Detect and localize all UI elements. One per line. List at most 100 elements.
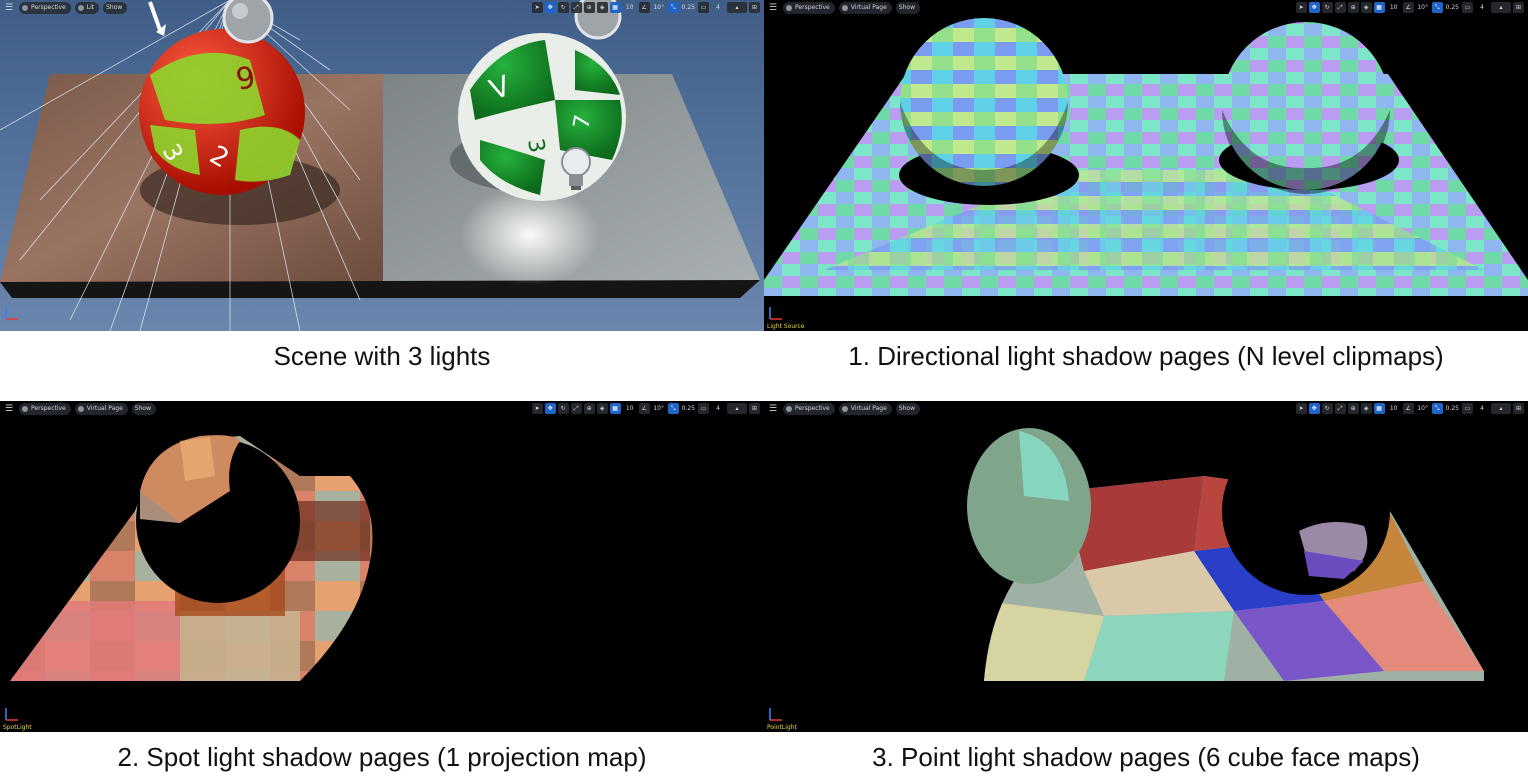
world-space-icon[interactable]: ⊕: [583, 2, 595, 13]
surface-snap-icon[interactable]: ◈: [596, 403, 608, 414]
move-tool-icon[interactable]: ✥: [1308, 2, 1320, 13]
surface-snap-icon[interactable]: ◈: [1360, 2, 1372, 13]
camera-speed-icon[interactable]: ▭: [1462, 2, 1473, 13]
maximize-viewport-icon[interactable]: ▴: [727, 2, 747, 13]
viewport-layout-icon[interactable]: ⊞: [1513, 403, 1524, 414]
grid-size-value[interactable]: 10: [1387, 2, 1401, 13]
select-tool-icon[interactable]: ➤: [1295, 403, 1307, 414]
hamburger-menu-icon[interactable]: ☰: [3, 2, 15, 14]
scale-snap-value[interactable]: 0.25: [1445, 403, 1460, 414]
select-tool-icon[interactable]: ➤: [531, 2, 543, 13]
grid-size-value[interactable]: 10: [623, 403, 637, 414]
rotation-snap-value[interactable]: 10°: [652, 403, 666, 414]
perspective-button[interactable]: Perspective: [783, 2, 835, 14]
rotate-tool-icon[interactable]: ↻: [557, 403, 569, 414]
grid-snap-icon[interactable]: ▦: [609, 2, 621, 13]
camera-speed-icon[interactable]: ▭: [1462, 403, 1473, 414]
select-tool-icon[interactable]: ➤: [1295, 2, 1307, 13]
perspective-label: Perspective: [31, 405, 66, 412]
viewport-scene[interactable]: 9 2 3 V 3 7 ☰ Perspective Lit Show ➤ ✥ ↻…: [0, 0, 764, 331]
viewport-spot[interactable]: ☰ Perspective Virtual Page Show ➤ ✥ ↻ ⤢ …: [0, 401, 764, 732]
camera-speed-value[interactable]: 4: [711, 2, 725, 13]
rotation-snap-value[interactable]: 10°: [1416, 403, 1430, 414]
surface-snap-icon[interactable]: ◈: [596, 2, 608, 13]
rotate-tool-icon[interactable]: ↻: [1321, 2, 1333, 13]
view-mode-label: Virtual Page: [86, 405, 123, 412]
scale-snap-icon[interactable]: ⤡: [667, 2, 679, 13]
view-mode-label: Lit: [86, 4, 95, 11]
scale-snap-value[interactable]: 0.25: [1445, 2, 1460, 13]
view-mode-button[interactable]: Virtual Page: [74, 403, 128, 415]
camera-speed-value[interactable]: 4: [711, 403, 725, 414]
axis-gizmo-icon: [769, 307, 782, 320]
camera-speed-icon[interactable]: ▭: [698, 403, 709, 414]
caption-point: 3. Point light shadow pages (6 cube face…: [872, 742, 1420, 772]
show-label: Show: [134, 405, 151, 412]
perspective-button[interactable]: Perspective: [19, 403, 71, 415]
move-tool-icon[interactable]: ✥: [544, 403, 556, 414]
grid-size-value[interactable]: 10: [623, 2, 637, 13]
world-space-icon[interactable]: ⊕: [583, 403, 595, 414]
view-mode-button[interactable]: Lit: [74, 2, 100, 14]
viewport-toolbar: ☰ Perspective Virtual Page Show ➤ ✥ ↻ ⤢ …: [0, 401, 764, 417]
scale-tool-icon[interactable]: ⤢: [1334, 403, 1346, 414]
rotate-tool-icon[interactable]: ↻: [1321, 403, 1333, 414]
scale-snap-icon[interactable]: ⤡: [667, 403, 679, 414]
grid-snap-icon[interactable]: ▦: [1373, 2, 1385, 13]
scale-snap-value[interactable]: 0.25: [681, 403, 696, 414]
surface-snap-icon[interactable]: ◈: [1360, 403, 1372, 414]
show-button[interactable]: Show: [131, 403, 156, 415]
viewport-layout-icon[interactable]: ⊞: [749, 403, 760, 414]
directional-shadow-pages-render: [764, 18, 1528, 296]
viewport-directional[interactable]: ☰ Perspective Virtual Page Show ➤ ✥ ↻ ⤢ …: [764, 0, 1528, 331]
caption-directional: 1. Directional light shadow pages (N lev…: [848, 341, 1444, 371]
world-space-icon[interactable]: ⊕: [1347, 2, 1359, 13]
perspective-button[interactable]: Perspective: [783, 403, 835, 415]
scale-snap-icon[interactable]: ⤡: [1431, 403, 1443, 414]
maximize-viewport-icon[interactable]: ▴: [1491, 2, 1511, 13]
scale-tool-icon[interactable]: ⤢: [1334, 2, 1346, 13]
move-tool-icon[interactable]: ✥: [544, 2, 556, 13]
view-mode-icon: [77, 406, 84, 412]
scale-tool-icon[interactable]: ⤢: [570, 2, 582, 13]
show-button[interactable]: Show: [895, 2, 920, 14]
rotation-snap-value[interactable]: 10°: [652, 2, 666, 13]
scale-snap-value[interactable]: 0.25: [681, 2, 696, 13]
camera-speed-value[interactable]: 4: [1475, 2, 1489, 13]
grid-snap-icon[interactable]: ▦: [609, 403, 621, 414]
camera-icon: [22, 5, 28, 11]
viewport-layout-icon[interactable]: ⊞: [1513, 2, 1524, 13]
view-mode-button[interactable]: Virtual Page: [838, 2, 892, 14]
camera-speed-value[interactable]: 4: [1475, 403, 1489, 414]
maximize-viewport-icon[interactable]: ▴: [1491, 403, 1511, 414]
perspective-button[interactable]: Perspective: [19, 2, 71, 14]
hamburger-menu-icon[interactable]: ☰: [767, 403, 779, 415]
world-space-icon[interactable]: ⊕: [1347, 403, 1359, 414]
caption-scene: Scene with 3 lights: [273, 341, 491, 371]
viewport-toolbar: ☰ Perspective Virtual Page Show ➤ ✥ ↻ ⤢ …: [764, 401, 1528, 417]
rotate-tool-icon[interactable]: ↻: [557, 2, 569, 13]
rotation-snap-value[interactable]: 10°: [1416, 2, 1430, 13]
show-button[interactable]: Show: [103, 2, 128, 14]
scale-snap-icon[interactable]: ⤡: [1431, 2, 1443, 13]
grid-size-value[interactable]: 10: [1387, 403, 1401, 414]
show-button[interactable]: Show: [895, 403, 920, 415]
viewport-layout-icon[interactable]: ⊞: [749, 2, 760, 13]
spot-shadow-pages-render: [10, 435, 373, 681]
move-tool-icon[interactable]: ✥: [1308, 403, 1320, 414]
select-tool-icon[interactable]: ➤: [531, 403, 543, 414]
rotation-snap-icon[interactable]: ∠: [638, 403, 650, 414]
view-mode-button[interactable]: Virtual Page: [838, 403, 892, 415]
viewport-light-label: Light Source: [767, 323, 805, 330]
hamburger-menu-icon[interactable]: ☰: [767, 2, 779, 14]
camera-speed-icon[interactable]: ▭: [698, 2, 709, 13]
grid-snap-icon[interactable]: ▦: [1373, 403, 1385, 414]
maximize-viewport-icon[interactable]: ▴: [727, 403, 747, 414]
viewport-light-label: PointLight: [767, 724, 797, 731]
rotation-snap-icon[interactable]: ∠: [1402, 2, 1414, 13]
rotation-snap-icon[interactable]: ∠: [638, 2, 650, 13]
scale-tool-icon[interactable]: ⤢: [570, 403, 582, 414]
viewport-point[interactable]: ☰ Perspective Virtual Page Show ➤ ✥ ↻ ⤢ …: [764, 401, 1528, 732]
hamburger-menu-icon[interactable]: ☰: [3, 403, 15, 415]
rotation-snap-icon[interactable]: ∠: [1402, 403, 1414, 414]
